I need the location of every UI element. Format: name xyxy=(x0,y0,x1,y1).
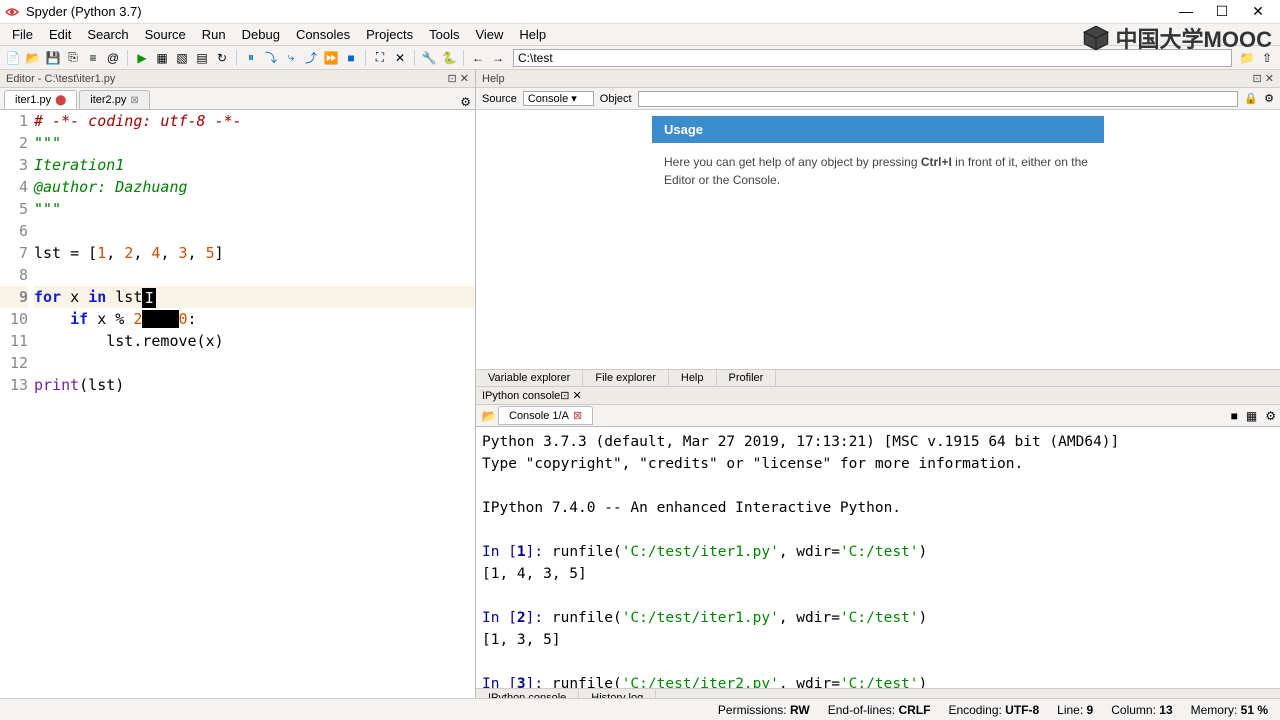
spyder-icon xyxy=(4,4,20,20)
help-source-select[interactable]: Console ▾ xyxy=(523,91,594,106)
editor-options-icon[interactable]: ⚙ xyxy=(460,95,471,109)
close-tab-icon[interactable]: ⬤ xyxy=(55,95,66,106)
new-console-icon[interactable]: 📂 xyxy=(480,407,498,425)
run-cell-advance-icon[interactable]: ▧ xyxy=(173,49,191,67)
ipython-pane-title: IPython console xyxy=(482,390,560,402)
menu-debug[interactable]: Debug xyxy=(234,25,288,44)
maximize-pane-icon[interactable]: ⛶ xyxy=(371,49,389,67)
tab-variable-explorer[interactable]: Variable explorer xyxy=(476,370,583,386)
ipython-console[interactable]: Python 3.7.3 (default, Mar 27 2019, 17:1… xyxy=(476,427,1280,688)
step-into-icon[interactable]: ⤷ xyxy=(282,49,300,67)
close-tab-icon[interactable]: ⊠ xyxy=(130,95,138,106)
lock-icon[interactable]: 🔒 xyxy=(1244,92,1258,105)
pythonpath-icon[interactable]: 🐍 xyxy=(440,49,458,67)
ipython-pane-header: IPython console ⊡ ✕ xyxy=(476,387,1280,405)
tab-file-explorer[interactable]: File explorer xyxy=(583,370,669,386)
file-switcher-icon[interactable]: ≡ xyxy=(84,49,102,67)
editor-pane-header: Editor - C:\test\iter1.py ⊡ ✕ xyxy=(0,70,475,88)
menu-search[interactable]: Search xyxy=(79,25,136,44)
back-icon[interactable]: ← xyxy=(469,49,487,67)
parent-dir-icon[interactable]: ⇧ xyxy=(1258,49,1276,67)
title-bar: Spyder (Python 3.7) — ☐ ✕ xyxy=(0,0,1280,24)
menu-tools[interactable]: Tools xyxy=(421,25,467,44)
browse-dir-icon[interactable]: 📁 xyxy=(1238,49,1256,67)
close-console-icon[interactable]: ⊠ xyxy=(573,409,582,422)
working-dir-input[interactable] xyxy=(513,49,1232,67)
tab-iter2[interactable]: iter2.py⊠ xyxy=(79,90,149,109)
help-object-label: Object xyxy=(600,93,632,105)
help-bottom-tabs: Variable explorer File explorer Help Pro… xyxy=(476,369,1280,387)
menu-run[interactable]: Run xyxy=(194,25,234,44)
stop-icon[interactable]: ▦ xyxy=(1246,409,1257,423)
fullscreen-icon[interactable]: ✕ xyxy=(391,49,409,67)
editor-undock-icon[interactable]: ⊡ ✕ xyxy=(448,72,470,85)
tool-bar: 📄 📂 💾 ⎘ ≡ @ ▶ ▦ ▧ ▤ ↻ ⏸ ⤵ ⤷ ⤴ ⏩ ■ ⛶ ✕ 🔧 … xyxy=(0,46,1280,70)
help-pane-title: Help xyxy=(482,73,505,85)
console-options-icon[interactable]: ⚙ xyxy=(1265,409,1276,423)
status-bar: Permissions: RW End-of-lines: CRLF Encod… xyxy=(0,698,1280,720)
ipython-undock-icon[interactable]: ⊡ ✕ xyxy=(560,389,582,402)
help-undock-icon[interactable]: ⊡ ✕ xyxy=(1253,72,1275,85)
tab-help[interactable]: Help xyxy=(669,370,717,386)
console-tab[interactable]: Console 1/A⊠ xyxy=(498,406,593,425)
menu-view[interactable]: View xyxy=(467,25,511,44)
menu-bar: File Edit Search Source Run Debug Consol… xyxy=(0,24,1280,46)
help-source-label: Source xyxy=(482,93,517,105)
code-editor[interactable]: 12345678910111213 # -*- coding: utf-8 -*… xyxy=(0,110,475,706)
help-body: Usage Here you can get help of any objec… xyxy=(476,110,1280,369)
run-icon[interactable]: ▶ xyxy=(133,49,151,67)
menu-consoles[interactable]: Consoles xyxy=(288,25,358,44)
stop-debug-icon[interactable]: ■ xyxy=(342,49,360,67)
line-number-gutter: 12345678910111213 xyxy=(0,110,32,706)
maximize-button[interactable]: ☐ xyxy=(1212,3,1232,20)
rerun-icon[interactable]: ↻ xyxy=(213,49,231,67)
tab-profiler[interactable]: Profiler xyxy=(717,370,777,386)
new-file-icon[interactable]: 📄 xyxy=(4,49,22,67)
forward-icon[interactable]: → xyxy=(489,49,507,67)
close-button[interactable]: ✕ xyxy=(1248,3,1268,20)
editor-tabs: iter1.py⬤ iter2.py⊠ ⚙ xyxy=(0,88,475,110)
step-out-icon[interactable]: ⤴ xyxy=(302,49,320,67)
menu-file[interactable]: File xyxy=(4,25,41,44)
menu-projects[interactable]: Projects xyxy=(358,25,421,44)
menu-source[interactable]: Source xyxy=(137,25,194,44)
minimize-button[interactable]: — xyxy=(1176,3,1196,20)
run-selection-icon[interactable]: ▤ xyxy=(193,49,211,67)
continue-icon[interactable]: ⏩ xyxy=(322,49,340,67)
interrupt-icon[interactable]: ■ xyxy=(1231,409,1238,423)
window-title: Spyder (Python 3.7) xyxy=(26,4,1176,19)
save-icon[interactable]: 💾 xyxy=(44,49,62,67)
saveall-icon[interactable]: ⎘ xyxy=(64,49,82,67)
menu-edit[interactable]: Edit xyxy=(41,25,79,44)
help-object-input[interactable] xyxy=(638,91,1239,107)
help-pane-header: Help ⊡ ✕ xyxy=(476,70,1280,88)
usage-text: Here you can get help of any object by p… xyxy=(652,143,1104,199)
menu-help[interactable]: Help xyxy=(511,25,554,44)
tab-iter1[interactable]: iter1.py⬤ xyxy=(4,90,77,109)
open-file-icon[interactable]: 📂 xyxy=(24,49,42,67)
run-cell-icon[interactable]: ▦ xyxy=(153,49,171,67)
usage-header: Usage xyxy=(652,116,1104,143)
current-line: for x in lstI xyxy=(34,286,475,308)
preferences-icon[interactable]: 🔧 xyxy=(420,49,438,67)
debug-icon[interactable]: ⏸ xyxy=(242,49,260,67)
symbol-finder-icon[interactable]: @ xyxy=(104,49,122,67)
help-options-icon[interactable]: ⚙ xyxy=(1264,92,1274,105)
editor-pane-title: Editor - C:\test\iter1.py xyxy=(6,73,115,85)
step-over-icon[interactable]: ⤵ xyxy=(262,49,280,67)
text-cursor: I xyxy=(142,288,156,308)
